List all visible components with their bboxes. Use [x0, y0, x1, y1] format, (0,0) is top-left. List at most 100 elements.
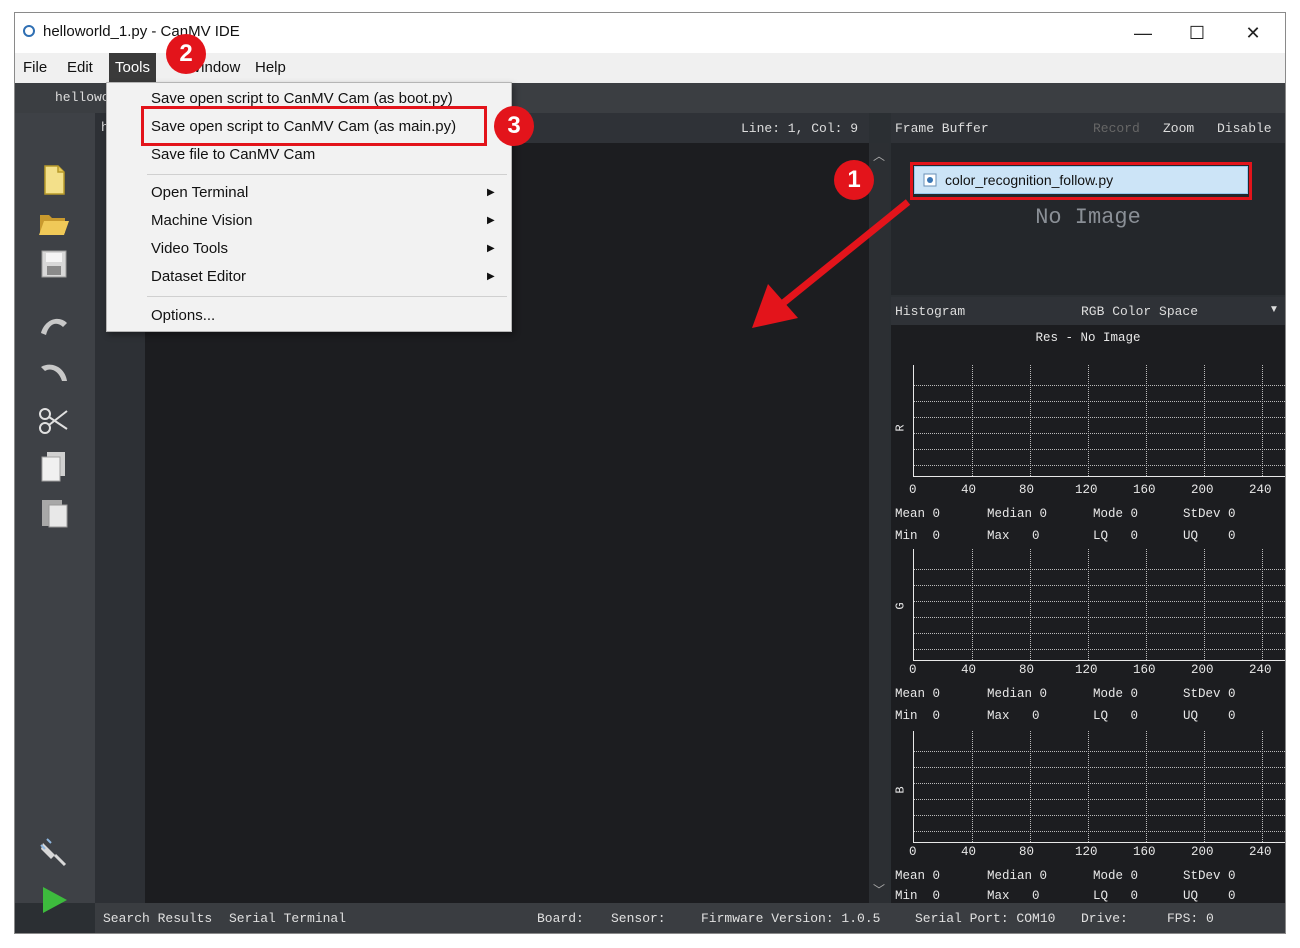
- stat-lq: LQ 0: [1093, 889, 1139, 903]
- stat-uq: UQ 0: [1183, 529, 1236, 543]
- stat-median: Median 0: [987, 507, 1048, 521]
- histogram-r-label: R: [893, 424, 908, 432]
- stat-mode: Mode 0: [1093, 507, 1139, 521]
- frame-buffer-title: Frame Buffer: [895, 121, 989, 136]
- zoom-button[interactable]: Zoom: [1163, 121, 1194, 136]
- menu-tools[interactable]: Tools: [109, 53, 157, 83]
- drag-arrow-icon: [752, 199, 911, 328]
- axis-tick: 120: [1075, 663, 1098, 677]
- connect-icon[interactable]: [37, 835, 71, 869]
- save-icon[interactable]: [37, 247, 71, 281]
- status-bar: Search Results Serial Terminal Board: Se…: [95, 903, 1285, 933]
- submenu-arrow-icon: ▶: [487, 271, 495, 282]
- firmware-status: Firmware Version: 1.0.5: [701, 911, 881, 926]
- menu-separator: [147, 296, 507, 297]
- left-toolbar: [15, 113, 95, 913]
- axis-tick: 80: [1019, 663, 1035, 677]
- menu-video-tools[interactable]: Video Tools: [151, 240, 228, 257]
- axis-tick: 40: [961, 483, 977, 497]
- scroll-down-icon[interactable]: ﹀: [873, 881, 885, 898]
- stat-stdev: StDev 0: [1183, 869, 1236, 883]
- highlight-box-file: [910, 162, 1252, 200]
- menu-file[interactable]: File: [17, 53, 53, 83]
- frame-buffer-header: Frame Buffer Record Zoom Disable: [891, 113, 1285, 143]
- stat-uq: UQ 0: [1183, 709, 1236, 723]
- chevron-down-icon[interactable]: ▼: [1269, 304, 1279, 315]
- menu-options[interactable]: Options...: [151, 307, 215, 324]
- minimize-button[interactable]: —: [1123, 19, 1163, 47]
- stat-mean: Mean 0: [895, 507, 941, 521]
- serial-port-status: Serial Port: COM10: [915, 911, 1056, 926]
- submenu-arrow-icon: ▶: [487, 243, 495, 254]
- stat-uq: UQ 0: [1183, 889, 1236, 903]
- axis-tick: 240: [1249, 483, 1272, 497]
- canmv-logo-icon: [23, 25, 35, 37]
- axis-tick: 160: [1133, 483, 1156, 497]
- stat-min: Min 0: [895, 709, 941, 723]
- menu-save-file[interactable]: Save file to CanMV Cam: [151, 146, 315, 163]
- copy-icon[interactable]: [37, 449, 71, 483]
- axis-tick: 40: [961, 663, 977, 677]
- stat-max: Max 0: [987, 709, 1040, 723]
- histogram-panel: Res - No Image R 0 40 80 120 160 200 240…: [891, 325, 1285, 903]
- redo-icon[interactable]: [37, 357, 71, 391]
- menu-save-as-boot[interactable]: Save open script to CanMV Cam (as boot.p…: [151, 90, 453, 107]
- stat-max: Max 0: [987, 529, 1040, 543]
- menu-separator: [147, 174, 507, 175]
- highlight-box-main: [141, 106, 487, 146]
- open-folder-icon[interactable]: [37, 205, 71, 239]
- stat-min: Min 0: [895, 889, 941, 903]
- undo-icon[interactable]: [37, 309, 71, 343]
- stat-mode: Mode 0: [1093, 869, 1139, 883]
- maximize-button[interactable]: ☐: [1177, 19, 1217, 47]
- board-status: Board:: [537, 911, 584, 926]
- axis-tick: 160: [1133, 845, 1156, 859]
- drive-status: Drive:: [1081, 911, 1128, 926]
- stat-mode: Mode 0: [1093, 687, 1139, 701]
- stat-mean: Mean 0: [895, 687, 941, 701]
- stat-stdev: StDev 0: [1183, 687, 1236, 701]
- cut-icon[interactable]: [37, 403, 71, 437]
- scroll-up-icon[interactable]: ︿: [873, 147, 885, 164]
- axis-tick: 200: [1191, 663, 1214, 677]
- axis-tick: 0: [909, 845, 917, 859]
- menu-open-terminal[interactable]: Open Terminal: [151, 184, 248, 201]
- axis-tick: 40: [961, 845, 977, 859]
- axis-tick: 120: [1075, 845, 1098, 859]
- menu-edit[interactable]: Edit: [61, 53, 99, 83]
- close-button[interactable]: ✕: [1233, 19, 1273, 47]
- axis-tick: 160: [1133, 663, 1156, 677]
- menu-help[interactable]: Help: [249, 53, 292, 83]
- stat-mean: Mean 0: [895, 869, 941, 883]
- new-file-icon[interactable]: [37, 163, 71, 197]
- tab-helloworld[interactable]: hellowo: [55, 90, 110, 105]
- stat-lq: LQ 0: [1093, 709, 1139, 723]
- axis-tick: 240: [1249, 663, 1272, 677]
- search-results-tab[interactable]: Search Results: [103, 911, 212, 926]
- histogram-r-plot: [913, 365, 1285, 477]
- stat-max: Max 0: [987, 889, 1040, 903]
- submenu-arrow-icon: ▶: [487, 187, 495, 198]
- disable-button[interactable]: Disable: [1217, 121, 1272, 136]
- step-badge-1: 1: [834, 160, 874, 200]
- sensor-status: Sensor:: [611, 911, 666, 926]
- axis-tick: 200: [1191, 845, 1214, 859]
- histogram-resolution: Res - No Image: [1035, 331, 1141, 345]
- histogram-b-label: B: [893, 786, 908, 794]
- axis-tick: 0: [909, 663, 917, 677]
- stat-stdev: StDev 0: [1183, 507, 1236, 521]
- menu-dataset-editor[interactable]: Dataset Editor: [151, 268, 246, 285]
- submenu-arrow-icon: ▶: [487, 215, 495, 226]
- run-icon[interactable]: [37, 883, 71, 917]
- paste-icon[interactable]: [37, 495, 71, 529]
- serial-terminal-tab[interactable]: Serial Terminal: [229, 911, 346, 926]
- menu-machine-vision[interactable]: Machine Vision: [151, 212, 252, 229]
- histogram-g-label: G: [893, 602, 908, 610]
- color-space-select[interactable]: RGB Color Space: [1081, 304, 1198, 319]
- stat-median: Median 0: [987, 687, 1048, 701]
- axis-tick: 120: [1075, 483, 1098, 497]
- title-bar: helloworld_1.py - CanMV IDE — ☐ ✕: [15, 13, 1285, 53]
- axis-tick: 80: [1019, 483, 1035, 497]
- fps-status: FPS: 0: [1167, 911, 1214, 926]
- record-button[interactable]: Record: [1093, 121, 1140, 136]
